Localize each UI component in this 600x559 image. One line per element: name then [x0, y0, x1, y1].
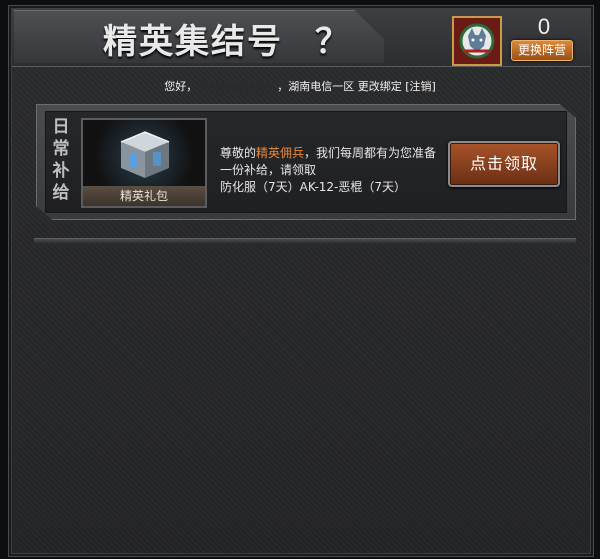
- rebind-link[interactable]: 更改绑定: [358, 80, 402, 93]
- user-info-line: 您好， ，湖南电信一区 更改绑定 [注销]: [0, 78, 600, 94]
- desc-items: 防化服（7天）AK-12-恶棍（7天）: [220, 180, 407, 194]
- gift-pack-item[interactable]: 精英礼包: [81, 118, 207, 208]
- help-button[interactable]: ？: [315, 14, 349, 63]
- section-divider: [34, 238, 576, 243]
- score-count: 0: [537, 14, 551, 39]
- side-label-char: 给: [52, 183, 70, 203]
- elite-mercenary-highlight: 精英佣兵: [256, 146, 305, 160]
- supply-description: 尊敬的精英佣兵，我们每周都有为您准备一份补给，请领取 防化服（7天）AK-12-…: [220, 145, 440, 196]
- region-text: ，湖南电信一区: [277, 80, 355, 93]
- greeting-text: 您好，: [164, 80, 198, 93]
- desc-prefix: 尊敬的: [220, 146, 257, 160]
- switch-camp-button[interactable]: 更换阵营: [511, 40, 573, 61]
- daily-supply-label: 日 常 补 给: [48, 116, 74, 204]
- logout-link[interactable]: [注销]: [405, 80, 436, 93]
- gift-pack-name: 精英礼包: [83, 186, 205, 206]
- claim-button[interactable]: 点击领取: [448, 141, 560, 187]
- wolf-emblem-icon: [452, 16, 502, 66]
- gift-box-icon: [83, 120, 205, 186]
- side-label-char: 补: [52, 161, 70, 181]
- side-label-char: 常: [52, 139, 70, 159]
- masked-username: [201, 82, 274, 92]
- side-label-char: 日: [52, 117, 70, 137]
- page-title: 精英集结号: [103, 22, 283, 62]
